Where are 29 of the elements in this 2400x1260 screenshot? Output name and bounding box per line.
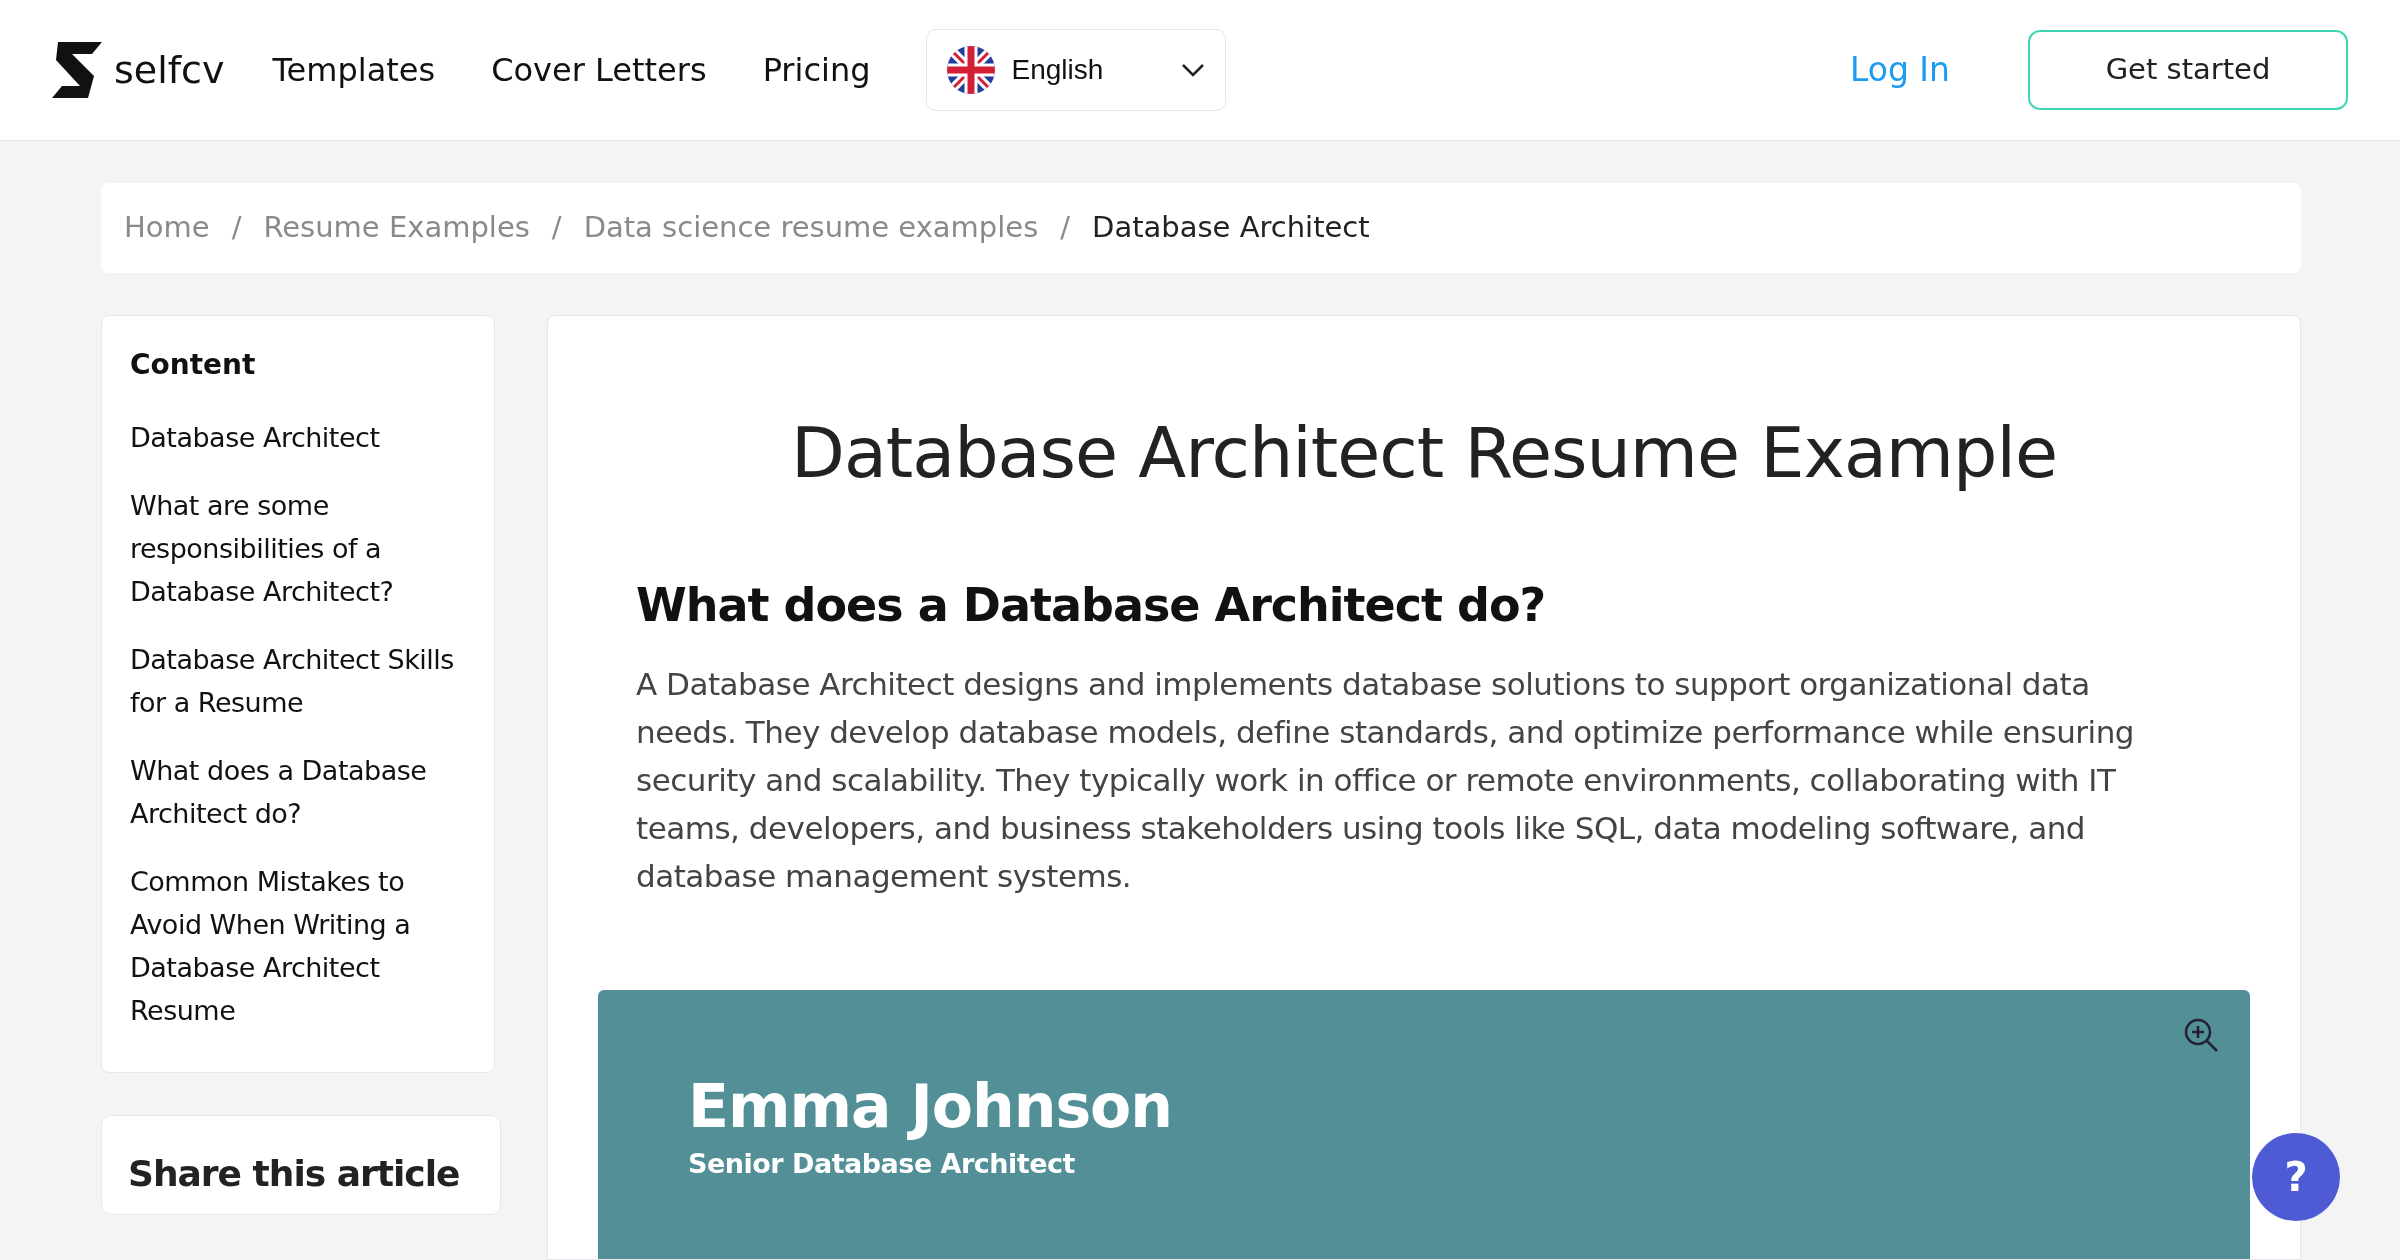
flag-icon: [947, 46, 996, 94]
get-started-button[interactable]: Get started: [2028, 30, 2348, 110]
language-label: English: [1011, 53, 1105, 87]
help-button[interactable]: ?: [2252, 1133, 2340, 1221]
nav-link[interactable]: Templates: [272, 46, 436, 94]
resume-role: Senior Database Architect: [688, 1147, 1076, 1181]
toc-link[interactable]: Database Architect: [130, 416, 466, 459]
breadcrumb-separator: /: [1060, 209, 1071, 247]
breadcrumb-separator: /: [231, 209, 242, 247]
toc-link[interactable]: What does a Database Architect do?: [130, 749, 466, 835]
toc-link[interactable]: Database Architect Skills for a Resume: [130, 638, 466, 724]
logo-icon[interactable]: [52, 42, 102, 98]
resume-preview[interactable]: Emma Johnson Senior Database Architect: [598, 990, 2250, 1259]
current-page-label: Database Architect: [1092, 209, 1370, 247]
toc-link[interactable]: What are some responsibilities of a Database Architect?: [130, 484, 466, 613]
logo-text[interactable]: selfcv: [114, 41, 225, 99]
nav-link[interactable]: Cover Letters: [491, 46, 707, 94]
toc-link[interactable]: Common Mistakes to Avoid When Writing a Database Architect Resume: [130, 860, 466, 1032]
chevron-down-icon: [1181, 63, 1206, 77]
resume-name: Emma Johnson: [688, 1070, 1174, 1142]
section-paragraph: A Database Architect designs and implements database solutions to support organizational data needs. They develop database models, define standards, and optimize performance while ensuring security and scalability. They typically work in office or remote environments, collaborating with IT teams, developers, and business stakeholders using tools like SQL, data modeling software, and database management systems.: [636, 665, 2135, 896]
zoom-in-icon[interactable]: [2182, 1016, 2220, 1054]
article-title: Database Architect Resume Example: [790, 411, 2058, 496]
breadcrumb-separator: /: [551, 209, 562, 247]
language-select[interactable]: English: [926, 29, 1227, 111]
share-title: Share this article: [128, 1152, 460, 1196]
nav-link[interactable]: Pricing: [762, 46, 871, 94]
content-title: Content: [130, 347, 257, 383]
section-heading: What does a Database Architect do?: [636, 577, 1547, 634]
